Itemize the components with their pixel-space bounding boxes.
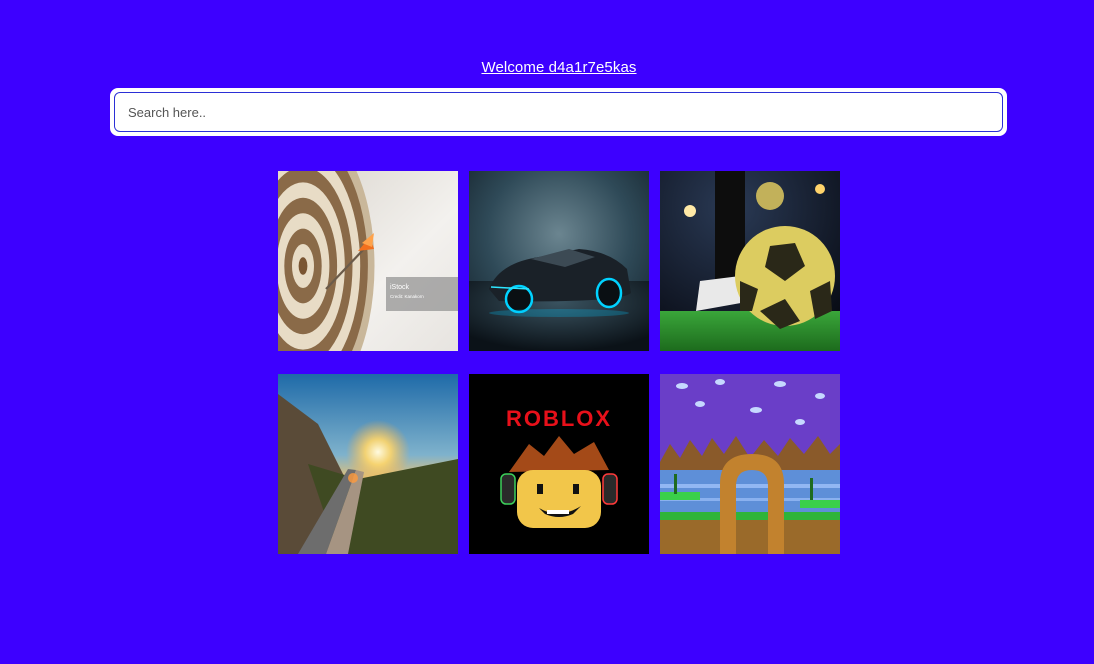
gallery-image-sunset-road[interactable] xyxy=(278,374,458,554)
svg-text:Credit: Kanakorn: Credit: Kanakorn xyxy=(390,294,424,299)
dartboard-image: iStock Credit: Kanakorn xyxy=(278,171,458,351)
welcome-link[interactable]: Welcome d4a1r7e5kas xyxy=(0,59,1094,76)
roblox-image: ROBLOX xyxy=(469,374,649,554)
green-hill-zone-image xyxy=(660,374,840,554)
sunset-road-image xyxy=(278,374,458,554)
svg-text:ROBLOX: ROBLOX xyxy=(506,406,612,431)
gallery-image-soccer[interactable] xyxy=(660,171,840,351)
svg-text:iStock: iStock xyxy=(390,284,410,291)
image-gallery: iStock Credit: Kanakorn ROBLOX xyxy=(278,171,840,554)
gallery-image-green-hill[interactable] xyxy=(660,374,840,554)
soccer-ball-image xyxy=(660,171,840,351)
search-input[interactable] xyxy=(114,92,1003,132)
gallery-image-roblox[interactable]: ROBLOX xyxy=(469,374,649,554)
search-box xyxy=(110,88,1007,136)
gallery-image-dartboard[interactable]: iStock Credit: Kanakorn xyxy=(278,171,458,351)
gallery-image-sports-car[interactable] xyxy=(469,171,649,351)
sports-car-image xyxy=(469,171,649,351)
page: Welcome d4a1r7e5kas Search here.. iStock… xyxy=(0,0,1094,664)
